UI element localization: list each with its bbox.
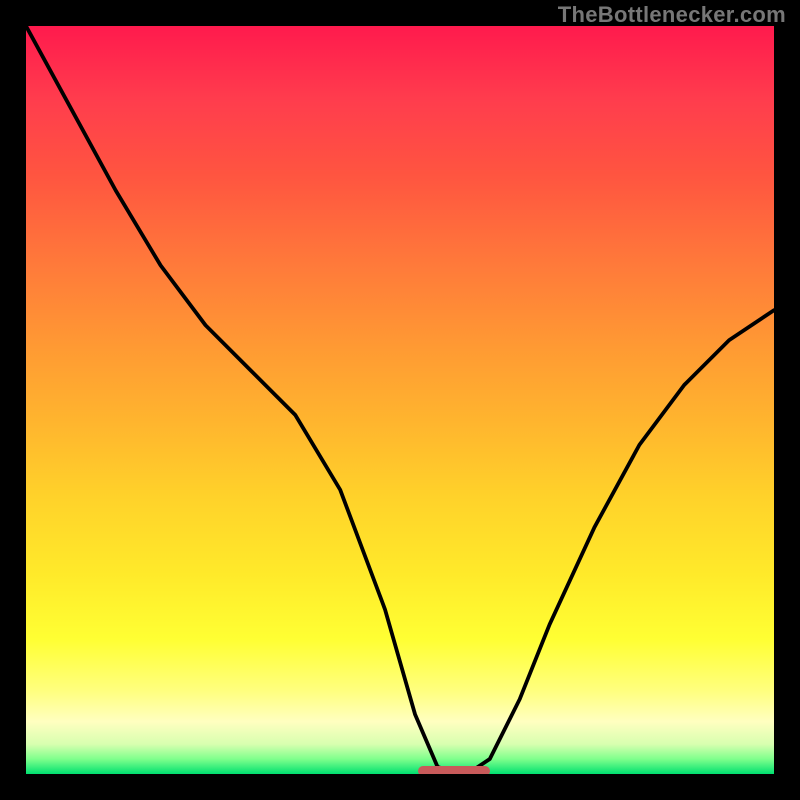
bottleneck-curve bbox=[26, 26, 774, 774]
chart-frame: TheBottlenecker.com bbox=[0, 0, 800, 800]
plot-area bbox=[26, 26, 774, 774]
watermark-text: TheBottlenecker.com bbox=[558, 2, 786, 28]
minimum-marker bbox=[418, 766, 490, 774]
